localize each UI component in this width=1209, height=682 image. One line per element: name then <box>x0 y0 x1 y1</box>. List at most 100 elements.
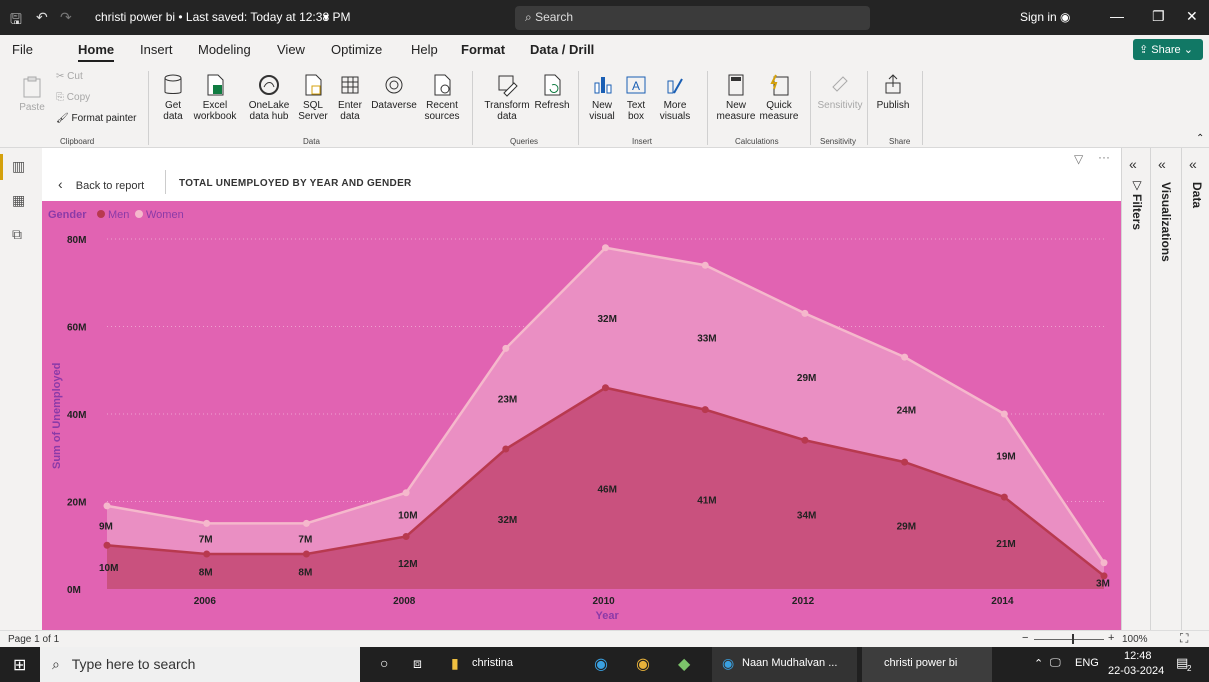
chevron-up-icon[interactable]: ⌃ <box>1034 657 1043 670</box>
taskbar-item-christi-power-bi[interactable]: christi power bi <box>862 647 992 682</box>
close-icon[interactable]: ✕ <box>1186 8 1198 25</box>
user-icon: ◉ <box>1060 10 1071 24</box>
transform-data-button[interactable]: Transform data <box>483 73 531 122</box>
language-indicator[interactable]: ENG <box>1075 657 1099 669</box>
legend-label-men: Men <box>108 209 129 221</box>
redo-icon[interactable]: ↷ <box>60 9 72 26</box>
tab-insert[interactable]: Insert <box>140 42 173 57</box>
taskbar-search[interactable]: ⌕ Type here to search <box>40 647 360 682</box>
publish-button[interactable]: Publish <box>874 73 912 111</box>
clock-date[interactable]: 22-03-2024 <box>1108 665 1164 677</box>
tab-help[interactable]: Help <box>411 42 438 57</box>
text-box-button[interactable]: A Text box <box>622 73 650 122</box>
onelake-icon <box>259 75 279 95</box>
model-view-icon[interactable]: ⧉ <box>12 226 22 243</box>
cut-button[interactable]: ✂ Cut <box>56 71 83 82</box>
dataverse-button[interactable]: Dataverse <box>370 73 418 111</box>
legend-marker-men <box>97 210 105 218</box>
data-point-women <box>701 261 709 269</box>
zoom-slider[interactable] <box>1034 639 1104 640</box>
x-tick-label: 2010 <box>593 596 616 607</box>
windows-start-icon[interactable]: ⊞ <box>13 655 26 675</box>
data-label-women: 33M <box>697 333 716 344</box>
more-options-icon[interactable]: ··· <box>1098 150 1110 164</box>
visualizations-pane[interactable]: « Visualizations <box>1150 148 1181 630</box>
tab-format[interactable]: Format <box>461 42 505 57</box>
app-icon[interactable]: ◆ <box>678 654 690 674</box>
get-data-button[interactable]: Get data <box>157 73 189 122</box>
collapse-ribbon-icon[interactable]: ⌃ <box>1196 133 1204 144</box>
new-visual-button[interactable]: New visual <box>586 73 618 122</box>
table-view-icon[interactable]: ▦ <box>12 192 25 209</box>
menu-bar: File Home Insert Modeling View Optimize … <box>0 35 1209 63</box>
more-visuals-button[interactable]: More visuals <box>654 73 696 122</box>
tab-file[interactable]: File <box>12 42 33 57</box>
restore-icon[interactable]: ❐ <box>1152 8 1165 25</box>
minimize-icon[interactable]: — <box>1110 8 1124 24</box>
back-to-report-button[interactable]: ‹ Back to report <box>58 176 144 192</box>
data-pane[interactable]: « Data <box>1181 148 1209 630</box>
page-indicator: Page 1 of 1 <box>8 634 60 645</box>
copy-button[interactable]: ⎘ Copy <box>56 92 90 103</box>
report-view-icon[interactable]: ▥ <box>12 158 25 175</box>
expand-filters-icon[interactable]: « <box>1129 156 1137 172</box>
quick-measure-button[interactable]: Quick measure <box>758 73 800 122</box>
ribbon: Paste ✂ Cut ⎘ Copy 🖌 Format painter Clip… <box>0 63 1209 148</box>
zoom-slider-thumb[interactable] <box>1072 634 1074 644</box>
format-painter-button[interactable]: 🖌 Format painter <box>56 113 137 124</box>
search-icon: ⌕ <box>52 656 60 672</box>
data-point-women <box>302 519 310 527</box>
x-tick-label: 2014 <box>991 596 1014 607</box>
expand-visualizations-icon[interactable]: « <box>1158 156 1166 172</box>
chevron-down-icon[interactable]: ▾ <box>323 10 329 24</box>
sql-server-button[interactable]: SQL Server <box>298 73 328 122</box>
network-icon[interactable]: 🖵 <box>1050 657 1061 670</box>
tab-home[interactable]: Home <box>78 42 114 57</box>
expand-data-icon[interactable]: « <box>1189 156 1197 172</box>
recent-label: Recent sources <box>424 100 460 122</box>
fit-to-page-icon[interactable]: ⛶ <box>1180 631 1188 646</box>
sensitivity-button[interactable]: Sensitivity <box>816 73 864 111</box>
filter-icon[interactable]: ▽ <box>1074 152 1083 166</box>
new-measure-button[interactable]: New measure <box>716 73 756 122</box>
clock-time[interactable]: 12:48 <box>1124 650 1152 662</box>
data-label-men: 3M <box>1096 578 1110 589</box>
y-axis-title: Sum of Unemployed <box>51 363 63 469</box>
zoom-out-icon[interactable]: − <box>1022 632 1028 644</box>
sign-in-link[interactable]: Sign in ◉ <box>1020 10 1071 24</box>
data-point-women <box>801 309 809 317</box>
cortana-icon[interactable]: ○ <box>380 655 388 671</box>
taskbar-item-christina[interactable]: christina <box>472 657 513 669</box>
zoom-in-icon[interactable]: + <box>1108 632 1114 644</box>
refresh-button[interactable]: Refresh <box>532 73 572 111</box>
paste-button[interactable]: Paste <box>18 75 46 113</box>
tab-optimize[interactable]: Optimize <box>331 42 382 57</box>
chrome-icon[interactable]: ◉ <box>636 654 650 674</box>
calculator-icon <box>728 74 744 96</box>
save-icon[interactable]: 🖫 <box>10 9 22 33</box>
tab-view[interactable]: View <box>277 42 305 57</box>
onelake-button[interactable]: OneLake data hub <box>243 73 295 122</box>
tab-modeling[interactable]: Modeling <box>198 42 251 57</box>
task-view-icon[interactable]: ⧈ <box>413 655 422 672</box>
share-button[interactable]: ⇪ Share ⌄ <box>1133 39 1203 60</box>
divider <box>867 71 868 145</box>
recent-sources-button[interactable]: Recent sources <box>421 73 463 122</box>
tab-data-drill[interactable]: Data / Drill <box>530 42 594 57</box>
new-visual-label: New visual <box>589 100 615 122</box>
enter-data-button[interactable]: Enter data <box>335 73 365 122</box>
group-label-insert: Insert <box>632 137 653 146</box>
visualizations-label: Visualizations <box>1159 182 1173 262</box>
document-title[interactable]: christi power bi • Last saved: Today at … <box>95 10 350 24</box>
filters-pane[interactable]: « ▽ Filters <box>1121 148 1150 630</box>
edge-icon[interactable]: ◉ <box>594 654 608 674</box>
taskbar-item-naan-mudhalvan[interactable]: ◉ Naan Mudhalvan ... <box>712 647 857 682</box>
table-icon <box>341 76 359 94</box>
undo-icon[interactable]: ↶ <box>36 9 48 26</box>
folder-icon[interactable]: ▮ <box>451 655 459 672</box>
taskbar-search-placeholder: Type here to search <box>71 656 196 672</box>
excel-workbook-button[interactable]: Excel workbook <box>193 73 237 122</box>
quick-measure-icon <box>770 74 789 96</box>
search-box[interactable]: ⌕ Search <box>515 6 870 30</box>
area-chart-visual[interactable]: 0M 20M 40M 60M 80M 9M 10M 7M 8M 7M 8M 10M 12M 23M 32M 3… <box>42 201 1121 630</box>
